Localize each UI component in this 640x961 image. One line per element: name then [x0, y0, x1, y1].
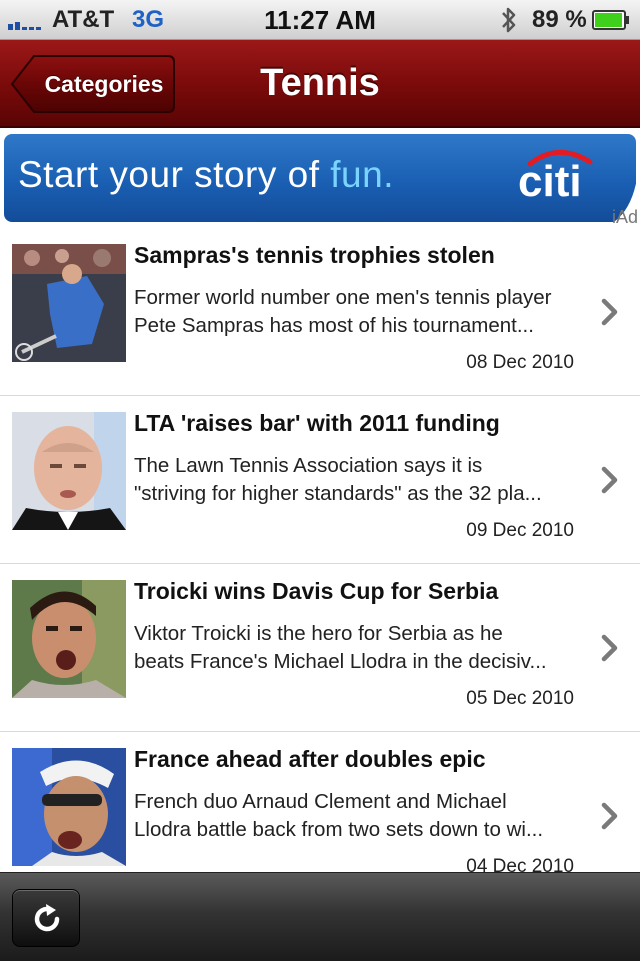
refresh-button[interactable] [12, 889, 80, 947]
article-summary-line: Pete Sampras has most of his tournament.… [134, 314, 534, 337]
article-summary-line: The Lawn Tennis Association says it is [134, 454, 483, 477]
citi-logo: citi [516, 146, 596, 206]
iad-label: iAd [611, 207, 638, 227]
article-date: 08 Dec 2010 [466, 352, 574, 373]
article-title: Troicki wins Davis Cup for Serbia [134, 578, 499, 604]
article-thumbnail [12, 412, 126, 530]
ad-text: Start your story of fun. [18, 154, 394, 196]
list-item[interactable]: Troicki wins Davis Cup for Serbia Viktor… [0, 564, 640, 732]
ad-content[interactable]: Start your story of fun. citi [4, 134, 636, 222]
article-thumbnail [12, 244, 126, 362]
ad-banner[interactable]: Start your story of fun. citi iAd [0, 128, 640, 228]
bottom-toolbar [0, 872, 640, 961]
citi-logo-text: citi [518, 157, 582, 202]
article-thumbnail [12, 580, 126, 698]
article-date: 04 Dec 2010 [466, 856, 574, 872]
article-title: France ahead after doubles epic [134, 746, 486, 772]
article-list[interactable]: Sampras's tennis trophies stolen Former … [0, 228, 640, 872]
article-summary-line: French duo Arnaud Clement and Michael [134, 790, 507, 813]
article-title: LTA 'raises bar' with 2011 funding [134, 410, 500, 436]
article-title: Sampras's tennis trophies stolen [134, 242, 495, 268]
article-summary: Former world number one men's tennis pla… [134, 284, 592, 340]
chevron-right-icon [601, 466, 618, 494]
bluetooth-icon [502, 7, 516, 33]
list-item[interactable]: LTA 'raises bar' with 2011 funding The L… [0, 396, 640, 564]
navigation-bar: Categories Tennis [0, 40, 640, 128]
refresh-icon [34, 904, 60, 932]
battery-icon [592, 10, 629, 30]
article-thumbnail [12, 748, 126, 866]
article-summary: French duo Arnaud Clement and Michael Ll… [134, 788, 592, 844]
categories-back-button[interactable]: Categories [10, 54, 176, 114]
ad-text-main: Start your story of [18, 154, 331, 195]
article-summary: The Lawn Tennis Association says it is "… [134, 452, 592, 508]
article-date: 09 Dec 2010 [466, 520, 574, 541]
article-date: 05 Dec 2010 [466, 688, 574, 709]
list-item[interactable]: France ahead after doubles epic French d… [0, 732, 640, 872]
status-bar: AT&T 3G 11:27 AM 89 % [0, 0, 640, 40]
list-item[interactable]: Sampras's tennis trophies stolen Former … [0, 228, 640, 396]
article-summary: Viktor Troicki is the hero for Serbia as… [134, 620, 592, 676]
back-button-label: Categories [44, 71, 164, 97]
article-summary-line: "striving for higher standards" as the 3… [134, 482, 542, 505]
battery-percent: 89 % [532, 6, 587, 33]
page-title: Tennis [260, 62, 380, 104]
article-summary-line: Former world number one men's tennis pla… [134, 286, 552, 309]
article-summary-line: Viktor Troicki is the hero for Serbia as… [134, 622, 503, 645]
chevron-right-icon [601, 298, 618, 326]
chevron-right-icon [601, 634, 618, 662]
article-summary-line: Llodra battle back from two sets down to… [134, 818, 544, 841]
ad-text-highlight: fun. [330, 154, 394, 195]
chevron-right-icon [601, 802, 618, 830]
article-summary-line: beats France's Michael Llodra in the dec… [134, 650, 547, 673]
